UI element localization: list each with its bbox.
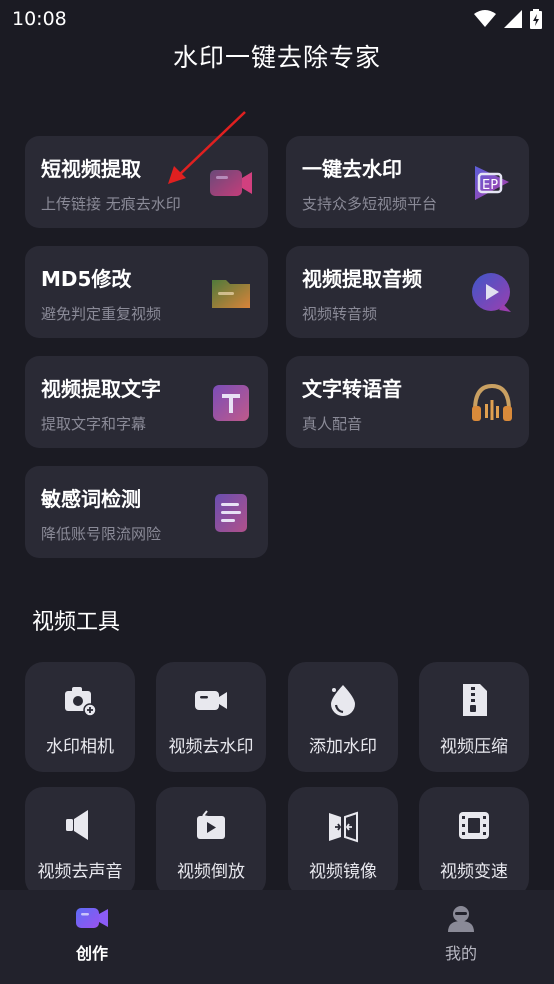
tool-add-watermark[interactable]: 添加水印 <box>288 662 398 772</box>
tool-label: 视频倒放 <box>177 862 245 882</box>
card-video-extract-text[interactable]: 视频提取文字 提取文字和字幕 <box>25 356 268 448</box>
tool-video-remove-watermark[interactable]: 视频去水印 <box>156 662 266 772</box>
mirror-icon <box>329 811 358 843</box>
bottom-nav: 创作 我的 <box>0 890 554 984</box>
video-icon <box>195 691 227 710</box>
zip-file-icon <box>463 684 487 716</box>
card-title: 文字转语音 <box>302 377 402 401</box>
card-subtitle: 支持众多短视频平台 <box>302 195 438 213</box>
card-title: 视频提取文字 <box>41 377 161 401</box>
text-t-icon <box>213 385 249 421</box>
play-bubble-icon <box>472 273 511 312</box>
create-video-icon <box>76 908 108 928</box>
card-title: 敏感词检测 <box>41 487 141 511</box>
tool-label: 视频变速 <box>440 862 508 882</box>
status-bar: 10:08 <box>0 0 554 38</box>
tool-video-compress[interactable]: 视频压缩 <box>419 662 529 772</box>
card-subtitle: 提取文字和字幕 <box>41 415 147 433</box>
nav-item-mine[interactable]: 我的 <box>401 904 521 964</box>
card-title: 一键去水印 <box>302 157 402 181</box>
nav-label-create: 创作 <box>75 944 108 963</box>
section-title-video-tools: 视频工具 <box>32 610 121 635</box>
tool-label: 水印相机 <box>46 737 114 757</box>
film-speed-icon <box>459 812 489 839</box>
tool-label: 视频镜像 <box>309 862 377 882</box>
tool-video-remove-sound[interactable]: 视频去声音 <box>25 787 135 897</box>
card-subtitle: 真人配音 <box>302 415 363 433</box>
tool-label: 添加水印 <box>309 737 377 757</box>
tool-label: 视频去水印 <box>168 737 254 757</box>
card-md5-modify[interactable]: MD5修改 避免判定重复视频 <box>25 246 268 338</box>
svg-text:EP: EP <box>482 178 498 193</box>
tool-video-speed[interactable]: 视频变速 <box>419 787 529 897</box>
water-drop-icon <box>331 685 355 716</box>
card-title: 短视频提取 <box>41 157 141 181</box>
mute-speaker-icon <box>66 810 88 840</box>
profile-icon <box>448 906 474 932</box>
card-subtitle: 上传链接 无痕去水印 <box>41 195 181 213</box>
card-title: MD5修改 <box>41 267 132 291</box>
nav-label-mine: 我的 <box>444 944 477 963</box>
reverse-play-icon <box>197 810 225 839</box>
card-video-extract-audio[interactable]: 视频提取音频 视频转音频 <box>286 246 529 338</box>
nav-item-create[interactable]: 创作 <box>32 904 152 964</box>
folder-icon <box>212 280 250 308</box>
battery-icon <box>530 9 542 29</box>
app-title: 水印一键去除专家 <box>172 43 381 72</box>
status-icons <box>474 9 542 29</box>
camera-plus-icon <box>65 687 97 717</box>
eraser-icon: EP <box>475 166 509 200</box>
card-title: 视频提取音频 <box>302 267 422 291</box>
card-text-to-speech[interactable]: 文字转语音 真人配音 <box>286 356 529 448</box>
tool-video-mirror[interactable]: 视频镜像 <box>288 787 398 897</box>
wifi-icon <box>474 10 496 27</box>
tool-label: 视频去声音 <box>37 862 123 882</box>
card-subtitle: 避免判定重复视频 <box>41 305 162 323</box>
card-sensitive-word-check[interactable]: 敏感词检测 降低账号限流网险 <box>25 466 268 558</box>
card-one-click-remove[interactable]: 一键去水印 支持众多短视频平台 EP <box>286 136 529 228</box>
tool-watermark-camera[interactable]: 水印相机 <box>25 662 135 772</box>
document-list-icon <box>215 494 247 532</box>
tool-video-reverse[interactable]: 视频倒放 <box>156 787 266 897</box>
headphones-icon <box>472 383 512 421</box>
card-subtitle: 视频转音频 <box>302 305 378 323</box>
status-time: 10:08 <box>12 8 67 30</box>
card-subtitle: 降低账号限流网险 <box>41 525 162 543</box>
red-arrow-annotation <box>168 111 246 184</box>
signal-icon <box>504 10 522 28</box>
tool-label: 视频压缩 <box>440 737 508 757</box>
